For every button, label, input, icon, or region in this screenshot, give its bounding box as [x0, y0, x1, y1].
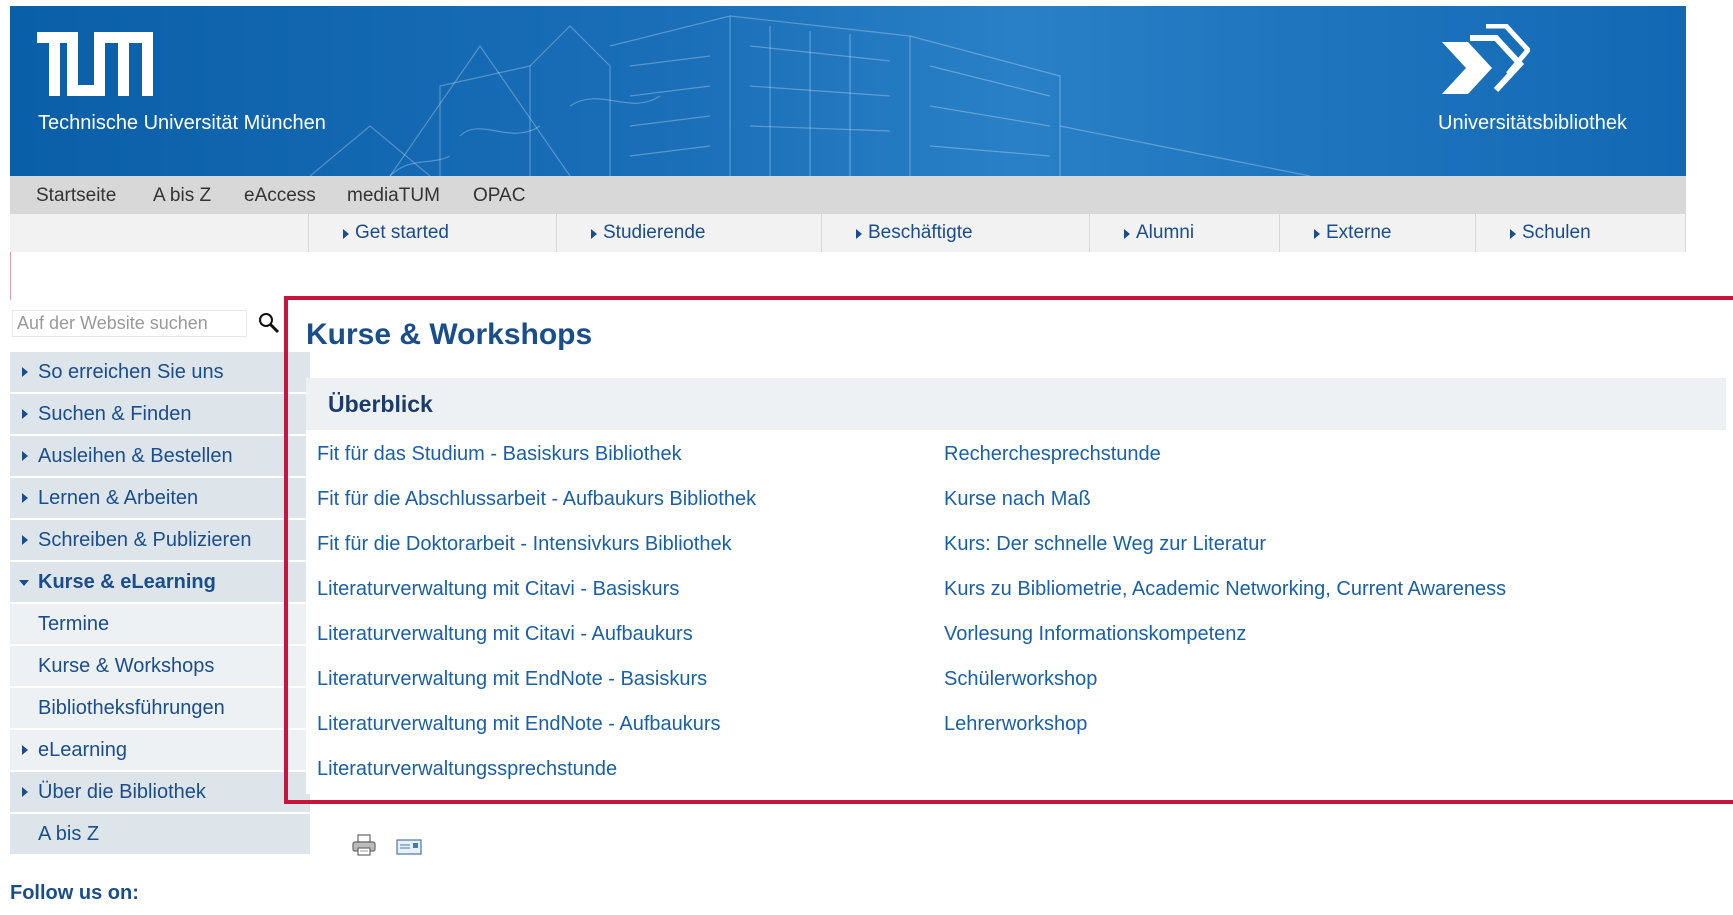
sidebar-item-label: Termine — [38, 613, 110, 635]
course-link[interactable]: Schülerworkshop — [944, 668, 1506, 713]
audnav-label: Schulen — [1522, 222, 1591, 243]
ub-logo[interactable] — [1440, 24, 1530, 96]
print-icon[interactable] — [352, 834, 376, 856]
triangle-right-icon — [22, 367, 28, 377]
triangle-right-icon — [22, 409, 28, 419]
sidebar-subitem-elearning[interactable]: eLearning — [10, 730, 310, 772]
overview-panel: Überblick Fit für das Studium - Basiskur… — [306, 378, 1726, 794]
sidebar-item-label: Bibliotheksführungen — [38, 697, 225, 719]
university-name: Technische Universität München — [38, 112, 326, 134]
topnav-startseite[interactable]: Startseite — [36, 185, 116, 207]
course-link[interactable]: Vorlesung Informationskompetenz — [944, 623, 1506, 668]
audnav-externe[interactable]: Externe — [1279, 214, 1475, 252]
audnav-label: Externe — [1326, 222, 1392, 243]
audnav-schulen[interactable]: Schulen — [1475, 214, 1686, 252]
sidebar-item-label: Suchen & Finden — [38, 403, 192, 425]
page: Technische Universität München Universit… — [10, 6, 1733, 915]
audnav-label: Studierende — [603, 222, 706, 243]
topnav-mediatum[interactable]: mediaTUM — [347, 185, 440, 207]
sidebar-item-kurse-elearning[interactable]: Kurse & eLearning — [10, 562, 310, 604]
audnav-alumni[interactable]: Alumni — [1089, 214, 1279, 252]
sidebar-item-label: Kurse & Workshops — [38, 655, 215, 677]
search-icon[interactable] — [258, 312, 280, 334]
sidebar-item-label: Lernen & Arbeiten — [38, 487, 199, 509]
course-link[interactable]: Literaturverwaltung mit EndNote - Aufbau… — [317, 713, 756, 758]
triangle-right-icon — [22, 493, 28, 503]
triangle-down-icon — [19, 580, 29, 586]
search-input[interactable] — [12, 310, 247, 337]
triangle-right-icon — [1510, 229, 1516, 239]
sidebar-item-label: A bis Z — [38, 823, 100, 845]
course-link[interactable]: Recherchesprechstunde — [944, 443, 1506, 488]
course-links-column-1: Fit für das Studium - Basiskurs Biblioth… — [317, 443, 756, 803]
library-name: Universitätsbibliothek — [1438, 112, 1627, 134]
sidebar-item-label: Kurse & eLearning — [38, 571, 216, 593]
sidebar-subitem-termine[interactable]: Termine — [10, 604, 310, 646]
audnav-label: Alumni — [1136, 222, 1195, 243]
sidebar-item-label: Ausleihen & Bestellen — [38, 445, 233, 467]
sidebar: So erreichen Sie uns Suchen & Finden Aus… — [10, 352, 310, 856]
header-banner: Technische Universität München Universit… — [10, 6, 1686, 176]
sidebar-item-label: eLearning — [38, 739, 127, 761]
course-links-column-2: Recherchesprechstunde Kurse nach Maß Kur… — [944, 443, 1506, 758]
audnav-get-started[interactable]: Get started — [308, 214, 556, 252]
audnav-label: Get started — [355, 222, 449, 243]
triangle-right-icon — [22, 787, 28, 797]
sidebar-item-ausleihen-bestellen[interactable]: Ausleihen & Bestellen — [10, 436, 310, 478]
triangle-right-icon — [856, 229, 862, 239]
follow-us-label: Follow us on: — [10, 882, 139, 904]
sidebar-subitem-kurse-workshops[interactable]: Kurse & Workshops — [10, 646, 310, 688]
sidebar-item-a-bis-z[interactable]: A bis Z — [10, 814, 310, 856]
audnav-label: Beschäftigte — [868, 222, 973, 243]
topnav-eaccess[interactable]: eAccess — [244, 185, 316, 207]
audnav-studierende[interactable]: Studierende — [556, 214, 821, 252]
sidebar-item-label: Über die Bibliothek — [38, 781, 206, 803]
course-link[interactable]: Kurs zu Bibliometrie, Academic Networkin… — [944, 578, 1506, 623]
triangle-right-icon — [22, 535, 28, 545]
top-navigation: Startseite A bis Z eAccess mediaTUM OPAC — [10, 176, 1686, 214]
course-link[interactable]: Literaturverwaltungssprechstunde — [317, 758, 756, 803]
course-link[interactable]: Kurse nach Maß — [944, 488, 1506, 533]
sidebar-item-ueber-die-bibliothek[interactable]: Über die Bibliothek — [10, 772, 310, 814]
course-link[interactable]: Lehrerworkshop — [944, 713, 1506, 758]
course-link[interactable]: Fit für das Studium - Basiskurs Biblioth… — [317, 443, 756, 488]
sidebar-item-suchen-finden[interactable]: Suchen & Finden — [10, 394, 310, 436]
email-icon[interactable] — [396, 838, 423, 856]
overview-heading: Überblick — [306, 378, 1726, 430]
sidebar-subitem-bibliotheksfuehrungen[interactable]: Bibliotheksführungen — [10, 688, 310, 730]
sidebar-item-lernen-arbeiten[interactable]: Lernen & Arbeiten — [10, 478, 310, 520]
sidebar-item-so-erreichen-sie-uns[interactable]: So erreichen Sie uns — [10, 352, 310, 394]
audnav-beschaeftigte[interactable]: Beschäftigte — [821, 214, 1089, 252]
sidebar-item-schreiben-publizieren[interactable]: Schreiben & Publizieren — [10, 520, 310, 562]
tum-logo[interactable] — [37, 32, 153, 96]
topnav-a-bis-z[interactable]: A bis Z — [153, 185, 211, 207]
topnav-opac[interactable]: OPAC — [473, 185, 525, 207]
page-title: Kurse & Workshops — [306, 318, 593, 351]
course-link[interactable]: Literaturverwaltung mit Citavi - Aufbauk… — [317, 623, 756, 668]
triangle-right-icon — [1124, 229, 1130, 239]
page-tools — [352, 834, 438, 861]
sidebar-item-label: So erreichen Sie uns — [38, 361, 224, 383]
sidebar-item-label: Schreiben & Publizieren — [38, 529, 252, 551]
course-link[interactable]: Kurs: Der schnelle Weg zur Literatur — [944, 533, 1506, 578]
triangle-right-icon — [591, 229, 597, 239]
triangle-right-icon — [343, 229, 349, 239]
campus-sketch-image — [309, 15, 1311, 176]
course-link[interactable]: Fit für die Abschlussarbeit - Aufbaukurs… — [317, 488, 756, 533]
triangle-right-icon — [22, 451, 28, 461]
course-link[interactable]: Literaturverwaltung mit Citavi - Basisku… — [317, 578, 756, 623]
audience-navigation: Get started Studierende Beschäftigte Alu… — [10, 214, 1686, 252]
course-link[interactable]: Literaturverwaltung mit EndNote - Basisk… — [317, 668, 756, 713]
triangle-right-icon — [22, 745, 28, 755]
course-link[interactable]: Fit für die Doktorarbeit - Intensivkurs … — [317, 533, 756, 578]
triangle-right-icon — [1314, 229, 1320, 239]
